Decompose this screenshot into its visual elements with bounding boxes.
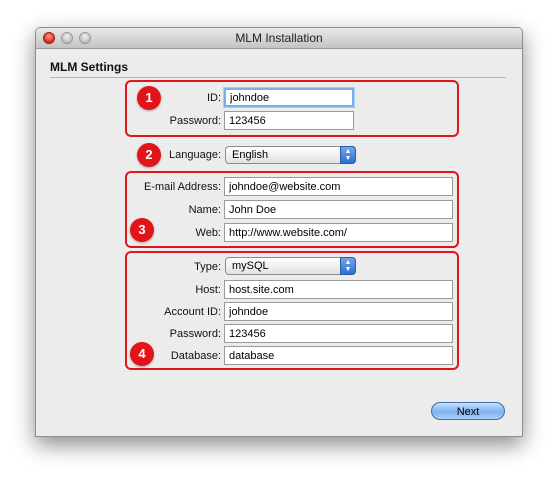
web-label: Web: [195, 227, 221, 239]
language-label: Language: [169, 149, 221, 161]
next-button[interactable]: Next [431, 402, 505, 420]
section-divider [50, 77, 506, 78]
database-field[interactable] [224, 346, 453, 365]
window-title: MLM Installation [235, 31, 323, 45]
select-arrows-icon: ▲ ▼ [340, 146, 356, 164]
section-title: MLM Settings [50, 60, 128, 74]
database-label: Database: [170, 350, 221, 362]
db-account-field[interactable] [224, 302, 453, 321]
db-password-label: Password: [169, 328, 221, 340]
select-arrows-icon: ▲ ▼ [340, 257, 356, 275]
db-type-select-value: mySQL [232, 260, 269, 272]
language-select-value: English [232, 149, 269, 161]
title-bar[interactable]: MLM Installation [36, 28, 522, 49]
web-field[interactable] [224, 223, 453, 242]
account-password-field[interactable] [224, 111, 354, 130]
email-label: E-mail Address: [143, 181, 221, 193]
email-field[interactable] [224, 177, 453, 196]
db-password-field[interactable] [224, 324, 453, 343]
account-password-label: Password: [169, 115, 221, 127]
name-label: Name: [188, 204, 221, 216]
host-field[interactable] [224, 280, 453, 299]
db-account-label: Account ID: [164, 306, 221, 318]
name-field[interactable] [224, 200, 453, 219]
db-type-label: Type: [194, 261, 221, 273]
id-label: ID: [206, 92, 221, 104]
id-field[interactable] [224, 88, 354, 107]
host-label: Host: [195, 284, 221, 296]
db-type-select[interactable]: mySQL ▲ ▼ [225, 257, 356, 275]
language-select[interactable]: English ▲ ▼ [225, 146, 356, 164]
installer-window: MLM Installation MLM Settings 1 ID: Pass… [35, 27, 523, 437]
